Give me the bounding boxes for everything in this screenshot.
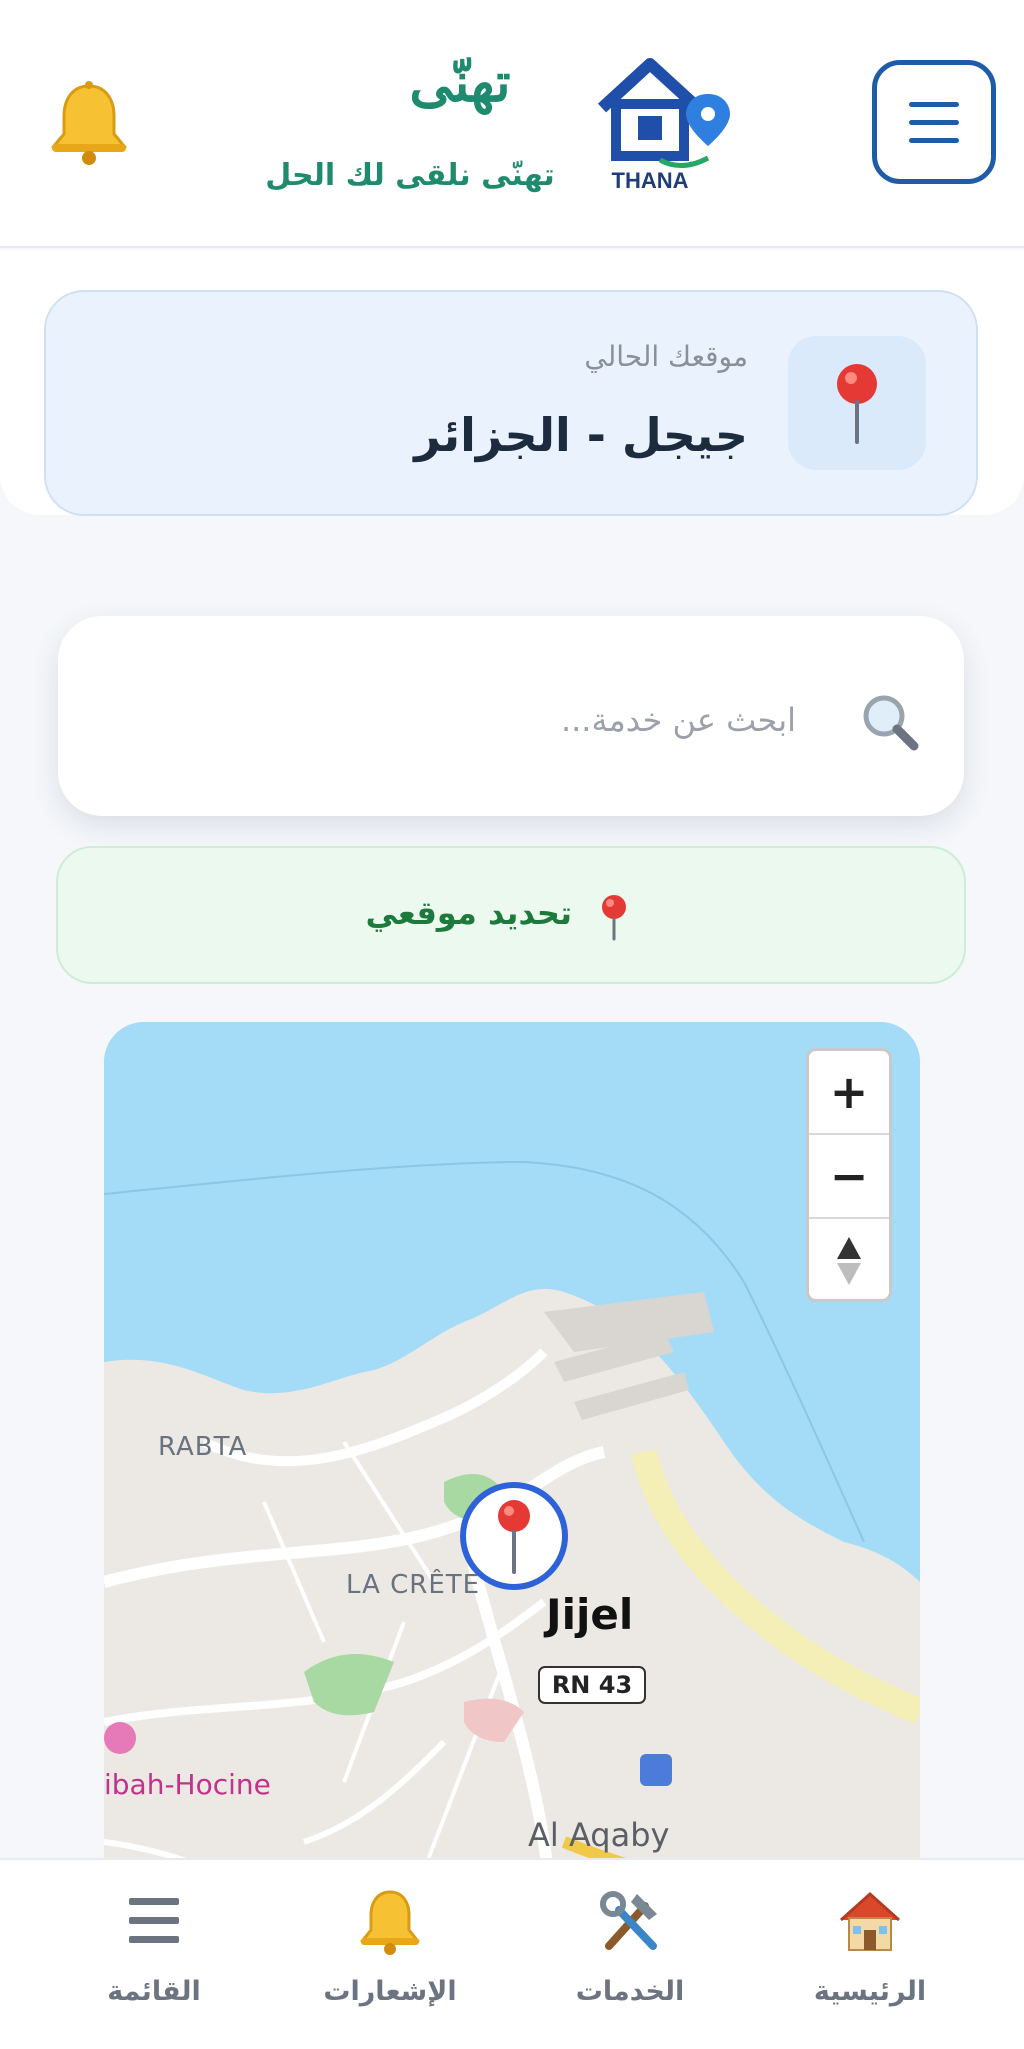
hamburger-menu-button[interactable] [872,60,996,184]
compass-icon [837,1237,861,1285]
app-title: تهنّى [409,50,511,114]
app-screen: THANA تهنّى تهنّى نلقى لك الحل موقعك الح… [0,0,1024,2049]
search-icon [863,695,919,751]
map-label-rabta: RABTA [158,1432,248,1462]
tools-icon [600,1891,657,1950]
location-pin-icon [837,364,877,444]
search-input[interactable] [296,690,796,750]
nav-menu[interactable]: القائمة [44,1880,264,2030]
notification-bell-icon[interactable] [44,78,134,168]
nav-menu-label: القائمة [107,1976,201,2007]
zoom-out-button[interactable]: − [809,1135,889,1219]
location-label: موقعك الحالي [584,340,748,373]
nav-services[interactable]: الخدمات [520,1880,740,2030]
compass-button[interactable] [809,1219,889,1303]
location-pin-tile [788,336,926,470]
road-shield-rn43: RN 43 [538,1666,646,1704]
zoom-in-button[interactable]: + [809,1051,889,1135]
locate-me-label: تحديد موقعي [365,894,572,932]
map-label-al-aqaby: Al Aqaby [528,1816,670,1854]
map-label-hocine: ibah-Hocine [104,1768,271,1801]
bell-icon [359,1890,421,1955]
house-icon [839,1891,901,1951]
nav-home[interactable]: الرئيسية [760,1880,980,2030]
menu-lines-icon [129,1898,179,1943]
zoom-control: + − [806,1048,892,1302]
nav-services-label: الخدمات [575,1976,685,2007]
nav-home-label: الرئيسية [813,1976,927,2007]
app-tagline: تهنّى نلقى لك الحل [265,158,555,193]
logo-text: THANA [612,168,689,193]
location-value: جيجل - الجزائر [414,408,748,462]
nav-notifications[interactable]: الإشعارات [280,1880,500,2030]
current-location-marker[interactable] [460,1482,568,1590]
locate-pin-icon [602,895,626,941]
nav-notifications-label: الإشعارات [323,1976,457,2007]
map-label-la-crete: LA CRÊTE [346,1570,481,1600]
app-header [0,0,1024,248]
map-label-jijel: Jijel [546,1590,634,1639]
map-pin-icon [498,1500,530,1574]
